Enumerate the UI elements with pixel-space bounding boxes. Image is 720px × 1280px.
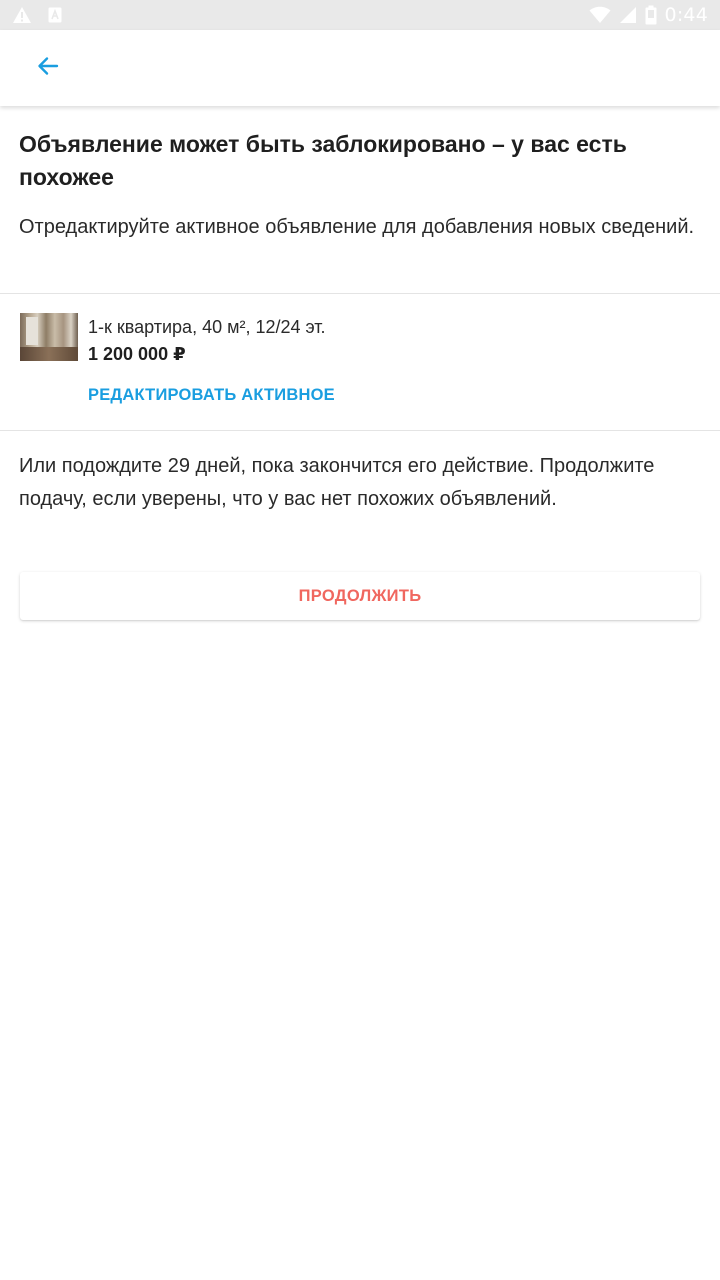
page-title: Объявление может быть заблокировано – у … — [19, 131, 627, 190]
edit-active-button[interactable]: РЕДАКТИРОВАТЬ АКТИВНОЕ — [88, 386, 335, 405]
a-badge-icon — [48, 7, 62, 23]
toolbar — [0, 30, 720, 106]
wifi-icon — [589, 6, 611, 24]
listing-price: 1 200 000 ₽ — [88, 344, 186, 364]
divider — [0, 430, 720, 431]
cellular-signal-icon — [619, 6, 637, 24]
thumbnail-window — [26, 317, 38, 345]
continue-button[interactable]: ПРОДОЛЖИТЬ — [20, 572, 700, 620]
status-bar: 0:44 — [0, 0, 720, 30]
battery-icon — [645, 5, 657, 25]
wait-text: Или подождите 29 дней, пока закончится е… — [19, 455, 655, 510]
arrow-left-icon — [37, 55, 59, 82]
listing-description: 1-к квартира, 40 м², 12/24 эт. — [88, 317, 326, 337]
thumbnail-floor — [20, 347, 78, 361]
back-button[interactable] — [24, 44, 72, 92]
status-bar-right: 0:44 — [589, 4, 708, 26]
warning-icon — [12, 6, 32, 24]
similar-listing-card: 1-к квартира, 40 м², 12/24 эт. 1 200 000… — [0, 294, 720, 430]
page-subtitle: Отредактируйте активное объявление для д… — [19, 216, 695, 238]
status-time: 0:44 — [664, 4, 708, 26]
status-bar-left — [12, 6, 62, 24]
listing-thumbnail[interactable] — [20, 313, 78, 361]
